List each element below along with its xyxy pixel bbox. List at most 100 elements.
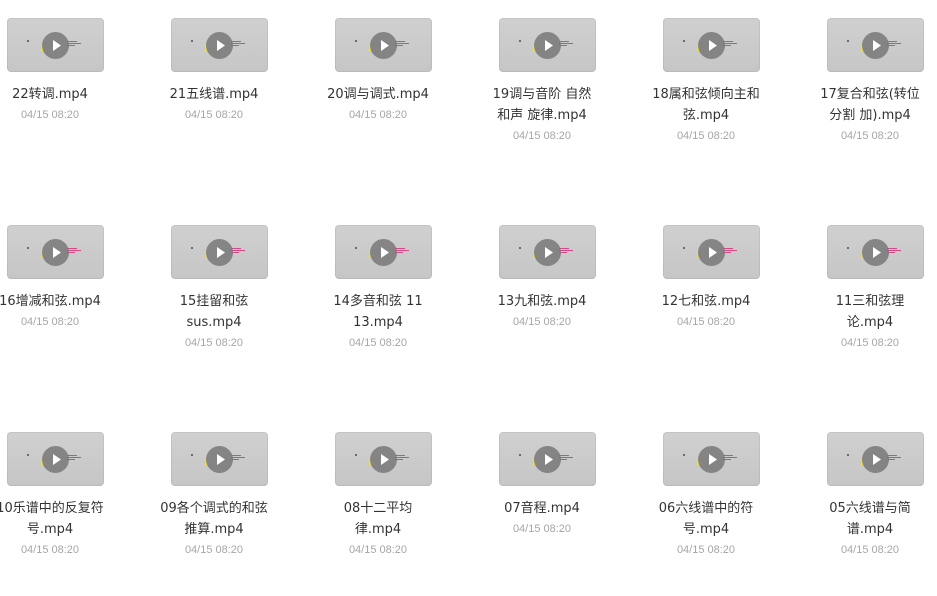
file-item[interactable]: 07音程.mp4 04/15 08:20 xyxy=(467,414,617,596)
file-item[interactable]: 14多音和弦 11 13.mp4 04/15 08:20 xyxy=(303,207,453,397)
file-name: 09各个调式的和弦 推算.mp4 04/15 08:20 xyxy=(134,498,294,561)
file-name: 08十二平均 律.mp4 04/15 08:20 xyxy=(298,498,458,561)
file-name: 12七和弦.mp4 04/15 08:20 xyxy=(626,291,786,333)
file-name-line: 09各个调式的和弦 xyxy=(160,501,268,516)
file-item[interactable]: 09各个调式的和弦 推算.mp4 04/15 08:20 xyxy=(139,414,289,596)
play-icon[interactable] xyxy=(862,239,889,266)
file-date: 04/15 08:20 xyxy=(512,523,572,535)
play-icon[interactable] xyxy=(534,446,561,473)
file-name-line: 推算.mp4 xyxy=(184,522,244,537)
file-item[interactable]: 17复合和弦(转位 分割 加).mp4 04/15 08:20 xyxy=(795,0,937,190)
play-icon[interactable] xyxy=(370,446,397,473)
video-thumbnail-icon[interactable] xyxy=(335,225,432,279)
file-item[interactable]: 06六线谱中的符 号.mp4 04/15 08:20 xyxy=(631,414,781,596)
play-icon[interactable] xyxy=(206,32,233,59)
video-thumbnail-icon[interactable] xyxy=(499,225,596,279)
video-thumbnail-icon[interactable] xyxy=(171,432,268,486)
play-icon[interactable] xyxy=(862,446,889,473)
video-thumbnail-icon[interactable] xyxy=(499,432,596,486)
play-icon[interactable] xyxy=(42,446,69,473)
video-thumbnail-icon[interactable] xyxy=(827,432,924,486)
file-name-line: 17复合和弦(转位 xyxy=(820,87,920,102)
play-icon[interactable] xyxy=(206,239,233,266)
file-item[interactable]: 18属和弦倾向主和 弦.mp4 04/15 08:20 xyxy=(631,0,781,190)
video-thumbnail-icon[interactable] xyxy=(663,225,760,279)
file-item[interactable]: 20调与调式.mp4 04/15 08:20 xyxy=(303,0,453,190)
file-name-line: 19调与音阶 自然 xyxy=(492,87,592,102)
file-name: 06六线谱中的符 号.mp4 04/15 08:20 xyxy=(626,498,786,561)
file-name: 07音程.mp4 04/15 08:20 xyxy=(462,498,622,540)
play-icon[interactable] xyxy=(42,239,69,266)
file-item[interactable]: 08十二平均 律.mp4 04/15 08:20 xyxy=(303,414,453,596)
file-name: 14多音和弦 11 13.mp4 04/15 08:20 xyxy=(298,291,458,354)
play-icon[interactable] xyxy=(42,32,69,59)
file-name-line: 21五线谱.mp4 xyxy=(169,87,259,102)
video-thumbnail-icon[interactable] xyxy=(827,18,924,72)
video-thumbnail-icon[interactable] xyxy=(499,18,596,72)
file-date: 04/15 08:20 xyxy=(20,544,80,556)
video-thumbnail-icon[interactable] xyxy=(335,18,432,72)
file-name-line: 05六线谱与简 xyxy=(829,501,911,516)
file-item[interactable]: 22转调.mp4 04/15 08:20 xyxy=(0,0,125,190)
file-date: 04/15 08:20 xyxy=(348,337,408,349)
video-thumbnail-icon[interactable] xyxy=(171,18,268,72)
file-name: 20调与调式.mp4 04/15 08:20 xyxy=(298,84,458,126)
file-item[interactable]: 21五线谱.mp4 04/15 08:20 xyxy=(139,0,289,190)
play-icon[interactable] xyxy=(370,239,397,266)
play-icon[interactable] xyxy=(698,446,725,473)
play-icon[interactable] xyxy=(534,32,561,59)
file-name-line: 08十二平均 xyxy=(343,501,413,516)
file-item[interactable]: 19调与音阶 自然 和声 旋律.mp4 04/15 08:20 xyxy=(467,0,617,190)
file-name: 19调与音阶 自然 和声 旋律.mp4 04/15 08:20 xyxy=(462,84,622,147)
file-name-line: 14多音和弦 11 xyxy=(333,294,423,309)
file-item[interactable]: 13九和弦.mp4 04/15 08:20 xyxy=(467,207,617,397)
play-icon[interactable] xyxy=(862,32,889,59)
file-name-line: 论.mp4 xyxy=(846,315,894,330)
file-name: 16增减和弦.mp4 04/15 08:20 xyxy=(0,291,130,333)
play-icon[interactable] xyxy=(698,32,725,59)
file-date: 04/15 08:20 xyxy=(184,337,244,349)
file-name-line: 20调与调式.mp4 xyxy=(327,87,429,102)
video-thumbnail-icon[interactable] xyxy=(7,225,104,279)
file-item[interactable]: 05六线谱与简 谱.mp4 04/15 08:20 xyxy=(795,414,937,596)
file-name: 17复合和弦(转位 分割 加).mp4 04/15 08:20 xyxy=(790,84,937,147)
file-item[interactable]: 11三和弦理 论.mp4 04/15 08:20 xyxy=(795,207,937,397)
file-date: 04/15 08:20 xyxy=(184,109,244,121)
file-name: 11三和弦理 论.mp4 04/15 08:20 xyxy=(790,291,937,354)
video-thumbnail-icon[interactable] xyxy=(663,18,760,72)
file-name: 13九和弦.mp4 04/15 08:20 xyxy=(462,291,622,333)
file-name-line: 号.mp4 xyxy=(682,522,730,537)
file-name-line: 15挂留和弦 xyxy=(179,294,249,309)
file-item[interactable]: 12七和弦.mp4 04/15 08:20 xyxy=(631,207,781,397)
video-thumbnail-icon[interactable] xyxy=(663,432,760,486)
file-name-line: 谱.mp4 xyxy=(846,522,894,537)
file-name-line: 22转调.mp4 xyxy=(12,87,88,102)
video-thumbnail-icon[interactable] xyxy=(7,432,104,486)
file-date: 04/15 08:20 xyxy=(348,544,408,556)
file-name-line: 弦.mp4 xyxy=(682,108,730,123)
file-name-line: 律.mp4 xyxy=(354,522,402,537)
play-icon[interactable] xyxy=(206,446,233,473)
video-thumbnail-icon[interactable] xyxy=(335,432,432,486)
file-date: 04/15 08:20 xyxy=(676,544,736,556)
file-grid: 22转调.mp4 04/15 08:20 21五线谱.mp4 04/15 08:20 2… xyxy=(0,0,937,596)
video-thumbnail-icon[interactable] xyxy=(7,18,104,72)
file-date: 04/15 08:20 xyxy=(20,316,80,328)
file-date: 04/15 08:20 xyxy=(676,316,736,328)
file-name-line: 12七和弦.mp4 xyxy=(661,294,751,309)
video-thumbnail-icon[interactable] xyxy=(827,225,924,279)
file-name-line: 号.mp4 xyxy=(26,522,74,537)
file-name: 10乐谱中的反复符 号.mp4 04/15 08:20 xyxy=(0,498,130,561)
file-item[interactable]: 10乐谱中的反复符 号.mp4 04/15 08:20 xyxy=(0,414,125,596)
play-icon[interactable] xyxy=(370,32,397,59)
file-name: 22转调.mp4 04/15 08:20 xyxy=(0,84,130,126)
video-thumbnail-icon[interactable] xyxy=(171,225,268,279)
file-item[interactable]: 15挂留和弦 sus.mp4 04/15 08:20 xyxy=(139,207,289,397)
file-date: 04/15 08:20 xyxy=(512,316,572,328)
file-name-line: 16增减和弦.mp4 xyxy=(0,294,101,309)
play-icon[interactable] xyxy=(698,239,725,266)
file-date: 04/15 08:20 xyxy=(840,130,900,142)
play-icon[interactable] xyxy=(534,239,561,266)
file-name-line: 18属和弦倾向主和 xyxy=(652,87,760,102)
file-item[interactable]: 16增减和弦.mp4 04/15 08:20 xyxy=(0,207,125,397)
